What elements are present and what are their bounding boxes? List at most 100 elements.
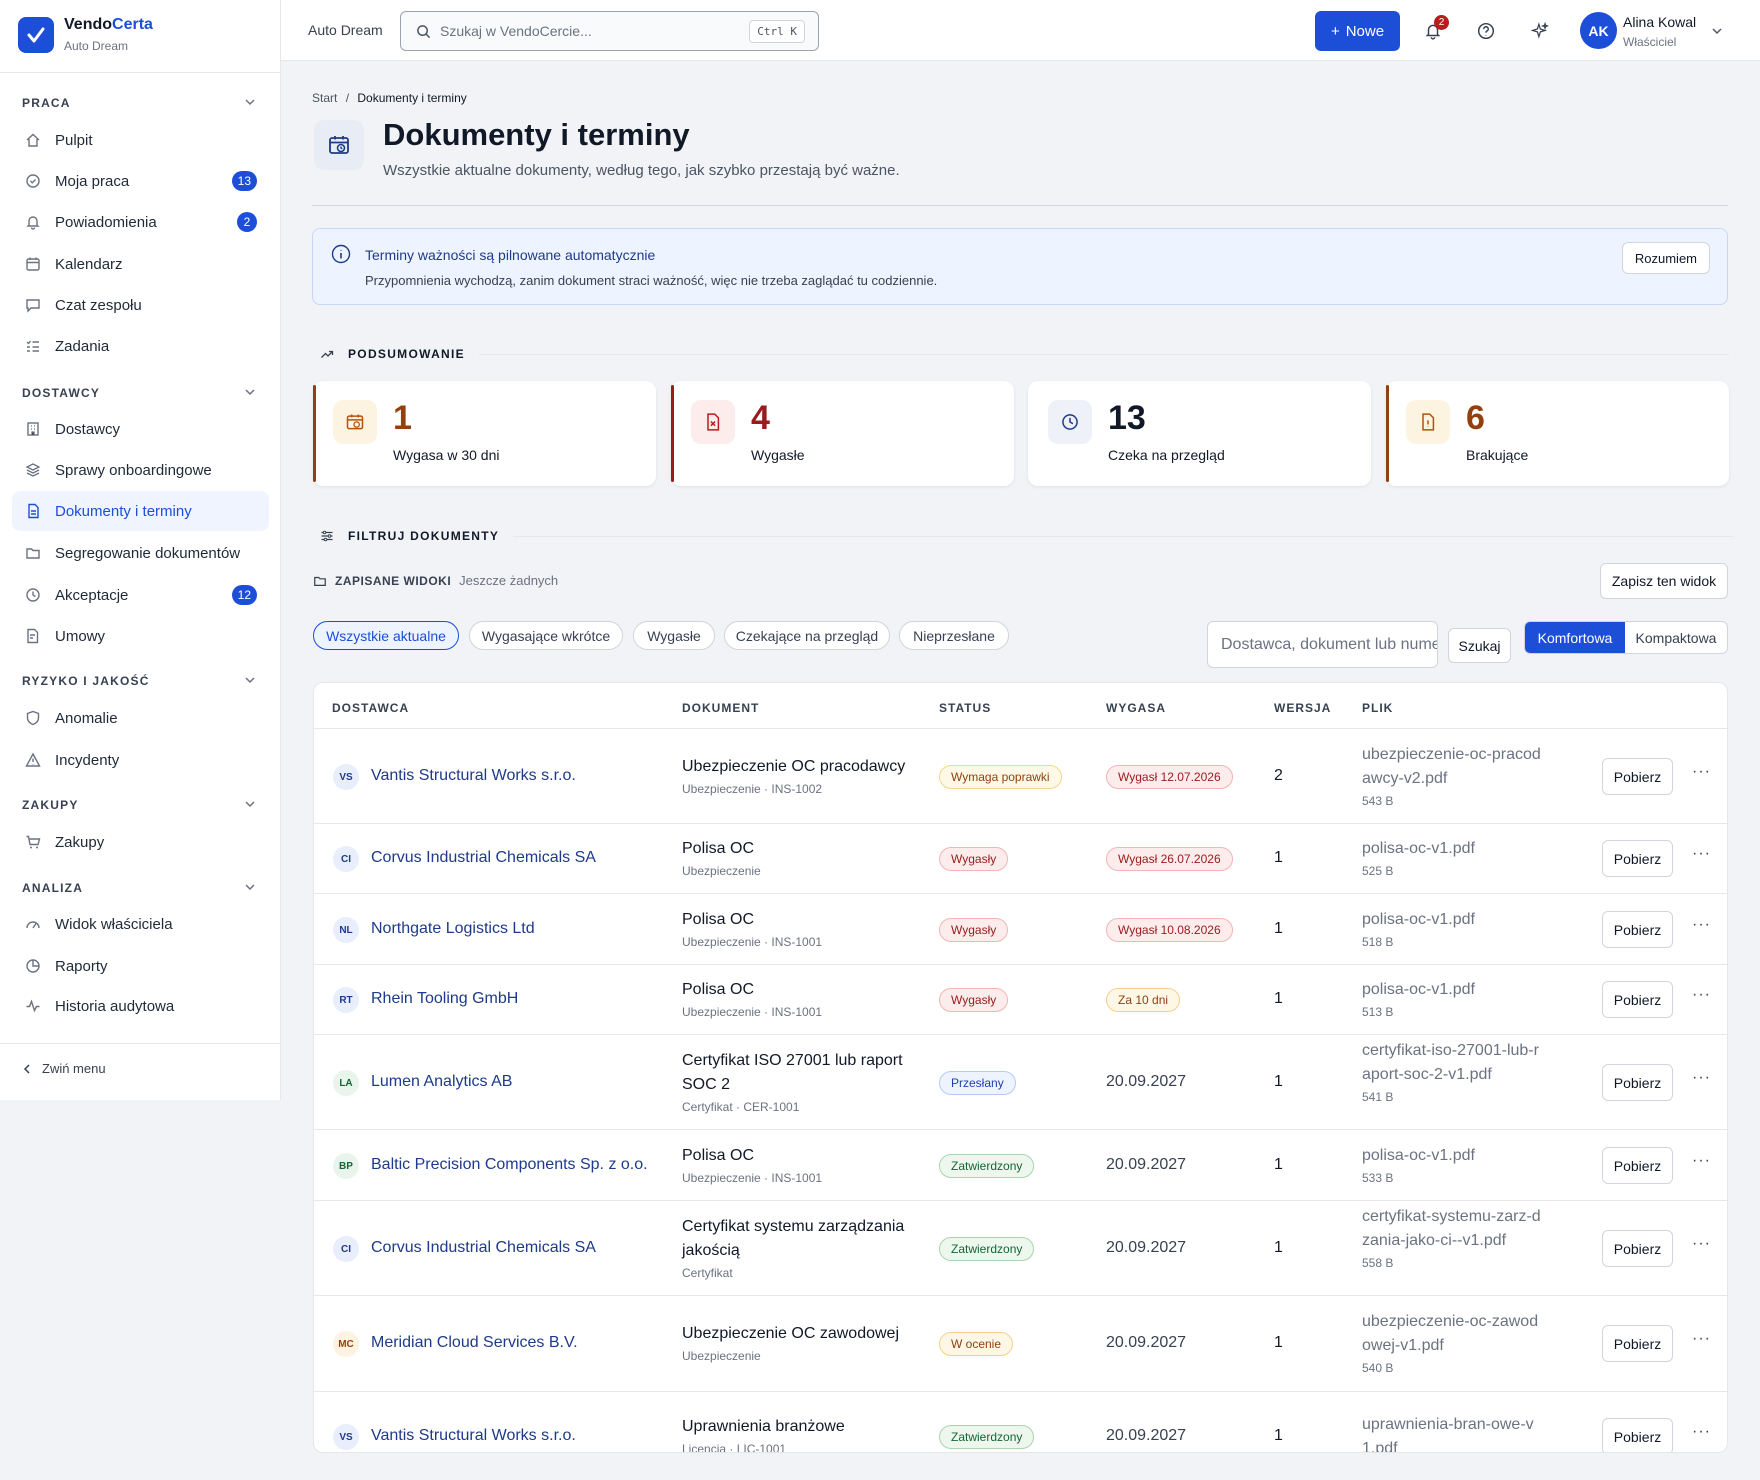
summary-card-expired[interactable]: 4 Wygasłe (671, 381, 1014, 486)
section-analiza[interactable]: ANALIZA (22, 881, 83, 895)
sidebar-item-sprawy[interactable]: Sprawy onboardingowe (12, 450, 269, 490)
column-header[interactable]: DOKUMENT (682, 701, 759, 715)
sidebar-item-widok[interactable]: Widok właściciela (12, 904, 269, 944)
sidebar-item-anomalie[interactable]: Anomalie (12, 698, 269, 738)
download-button[interactable]: Pobierz (1602, 1147, 1673, 1184)
supplier-link[interactable]: Meridian Cloud Services B.V. (371, 1334, 578, 1352)
search-button[interactable]: Szukaj (1448, 628, 1511, 663)
chevron-down-icon[interactable] (1711, 25, 1723, 37)
sidebar-item-kalendarz[interactable]: Kalendarz (12, 244, 269, 284)
file-name[interactable]: polisa-oc-v1.pdf (1362, 978, 1542, 1002)
breadcrumb-home[interactable]: Start (312, 91, 337, 105)
more-actions-icon[interactable]: ··· (1692, 1235, 1711, 1253)
dismiss-button[interactable]: Rozumiem (1621, 242, 1710, 274)
file-name[interactable]: polisa-oc-v1.pdf (1362, 1144, 1542, 1168)
assistant-button[interactable] (1531, 22, 1549, 40)
summary-card-review[interactable]: 13 Czeka na przegląd (1028, 381, 1371, 486)
download-button[interactable]: Pobierz (1602, 1064, 1673, 1101)
sidebar-item-segregowanie[interactable]: Segregowanie dokumentów (12, 533, 269, 573)
supplier-link[interactable]: Northgate Logistics Ltd (371, 920, 535, 938)
supplier-link[interactable]: Corvus Industrial Chemicals SA (371, 1239, 596, 1257)
sidebar-item-zadania[interactable]: Zadania (12, 326, 269, 366)
table-row[interactable]: LA Lumen Analytics AB Certyfikat ISO 27001… (314, 1035, 1727, 1130)
more-actions-icon[interactable]: ··· (1692, 916, 1711, 934)
file-name[interactable]: uprawnienia-bran-owe-v1.pdf (1362, 1413, 1542, 1452)
download-button[interactable]: Pobierz (1602, 1325, 1673, 1362)
chevron-down-icon[interactable] (244, 881, 256, 893)
column-header[interactable]: STATUS (939, 701, 991, 715)
sidebar-item-moja-praca[interactable]: Moja praca 13 (12, 161, 269, 201)
sidebar-item-powiadomienia[interactable]: Powiadomienia 2 (12, 202, 269, 242)
sidebar-item-umowy[interactable]: Umowy (12, 616, 269, 656)
document-search-input[interactable]: Dostawca, dokument lub numer (1207, 621, 1438, 668)
supplier-link[interactable]: Corvus Industrial Chemicals SA (371, 849, 596, 867)
chevron-down-icon[interactable] (244, 674, 256, 686)
app-logo[interactable] (18, 17, 54, 53)
sidebar-item-czat[interactable]: Czat zespołu (12, 285, 269, 325)
file-name[interactable]: ubezpieczenie-oc-zawodowej-v1.pdf (1362, 1310, 1542, 1358)
more-actions-icon[interactable]: ··· (1692, 1330, 1711, 1348)
notifications-button[interactable]: 2 (1424, 15, 1449, 40)
table-row[interactable]: VS Vantis Structural Works s.r.o. Uprawnie… (314, 1392, 1727, 1452)
avatar[interactable]: AK (1580, 12, 1617, 49)
filter-pill-expiring[interactable]: Wygasające wkrótce (469, 621, 623, 650)
supplier-link[interactable]: Baltic Precision Components Sp. z o.o. (371, 1156, 648, 1174)
sidebar-item-dostawcy[interactable]: Dostawcy (12, 409, 269, 449)
more-actions-icon[interactable]: ··· (1692, 986, 1711, 1004)
chevron-down-icon[interactable] (244, 386, 256, 398)
filter-pill-expired[interactable]: Wygasłe (633, 621, 715, 650)
column-header[interactable]: DOSTAWCA (332, 701, 409, 715)
sidebar-item-historia[interactable]: Historia audytowa (12, 986, 269, 1026)
supplier-link[interactable]: Vantis Structural Works s.r.o. (371, 767, 576, 785)
more-actions-icon[interactable]: ··· (1692, 845, 1711, 863)
column-header[interactable]: PLIK (1362, 701, 1393, 715)
file-name[interactable]: polisa-oc-v1.pdf (1362, 908, 1542, 932)
section-ryzyko[interactable]: RYZYKO I JAKOŚĆ (22, 674, 150, 688)
section-zakupy[interactable]: ZAKUPY (22, 798, 79, 812)
section-dostawcy[interactable]: DOSTAWCY (22, 386, 100, 400)
save-view-button[interactable]: Zapisz ten widok (1600, 563, 1728, 599)
file-name[interactable]: certyfikat-systemu-zarz-dzania-jako-ci--… (1362, 1205, 1542, 1253)
section-praca[interactable]: PRACA (22, 96, 71, 110)
sidebar-item-pulpit[interactable]: Pulpit (12, 120, 269, 160)
table-row[interactable]: MC Meridian Cloud Services B.V. Ubezpiecze… (314, 1296, 1727, 1392)
table-row[interactable]: BP Baltic Precision Components Sp. z o.o.… (314, 1130, 1727, 1201)
filter-pill-missing[interactable]: Nieprzesłane (899, 621, 1009, 650)
file-name[interactable]: polisa-oc-v1.pdf (1362, 837, 1542, 861)
sidebar-item-raporty[interactable]: Raporty (12, 946, 269, 986)
more-actions-icon[interactable]: ··· (1692, 763, 1711, 781)
filter-pill-all[interactable]: Wszystkie aktualne (313, 621, 459, 650)
download-button[interactable]: Pobierz (1602, 911, 1673, 948)
density-compact[interactable]: Kompaktowa (1625, 622, 1727, 653)
collapse-menu-button[interactable]: Zwiń menu (22, 1061, 106, 1076)
file-name[interactable]: certyfikat-iso-27001-lub-raport-soc-2-v1… (1362, 1039, 1542, 1087)
download-button[interactable]: Pobierz (1602, 1418, 1673, 1452)
download-button[interactable]: Pobierz (1602, 840, 1673, 877)
org-switcher[interactable]: Auto Dream (308, 22, 383, 38)
table-row[interactable]: VS Vantis Structural Works s.r.o. Ubezpiec… (314, 729, 1727, 824)
table-row[interactable]: CI Corvus Industrial Chemicals SA Polisa O… (314, 824, 1727, 894)
file-name[interactable]: ubezpieczenie-oc-pracodawcy-v2.pdf (1362, 743, 1542, 791)
sidebar-item-incydenty[interactable]: Incydenty (12, 740, 269, 780)
supplier-link[interactable]: Rhein Tooling GmbH (371, 990, 518, 1008)
new-button[interactable]: + Nowe (1315, 11, 1400, 51)
column-header[interactable]: WYGASA (1106, 701, 1166, 715)
download-button[interactable]: Pobierz (1602, 981, 1673, 1018)
chevron-down-icon[interactable] (244, 798, 256, 810)
density-comfortable[interactable]: Komfortowa (1525, 622, 1625, 653)
help-button[interactable] (1477, 22, 1495, 40)
more-actions-icon[interactable]: ··· (1692, 1152, 1711, 1170)
column-header[interactable]: WERSJA (1274, 701, 1331, 715)
table-row[interactable]: CI Corvus Industrial Chemicals SA Certyfik… (314, 1201, 1727, 1296)
more-actions-icon[interactable]: ··· (1692, 1423, 1711, 1441)
sidebar-item-akceptacje[interactable]: Akceptacje 12 (12, 575, 269, 615)
chevron-down-icon[interactable] (244, 96, 256, 108)
summary-card-missing[interactable]: 6 Brakujące (1386, 381, 1729, 486)
supplier-link[interactable]: Lumen Analytics AB (371, 1073, 512, 1091)
global-search[interactable]: Szukaj w VendoCercie... Ctrl K (400, 11, 819, 51)
table-row[interactable]: NL Northgate Logistics Ltd Polisa OC Ubezpi… (314, 894, 1727, 965)
user-name[interactable]: Alina Kowal (1623, 14, 1696, 30)
supplier-link[interactable]: Vantis Structural Works s.r.o. (371, 1427, 576, 1445)
sidebar-item-dokumenty[interactable]: Dokumenty i terminy (12, 491, 269, 531)
download-button[interactable]: Pobierz (1602, 758, 1673, 795)
